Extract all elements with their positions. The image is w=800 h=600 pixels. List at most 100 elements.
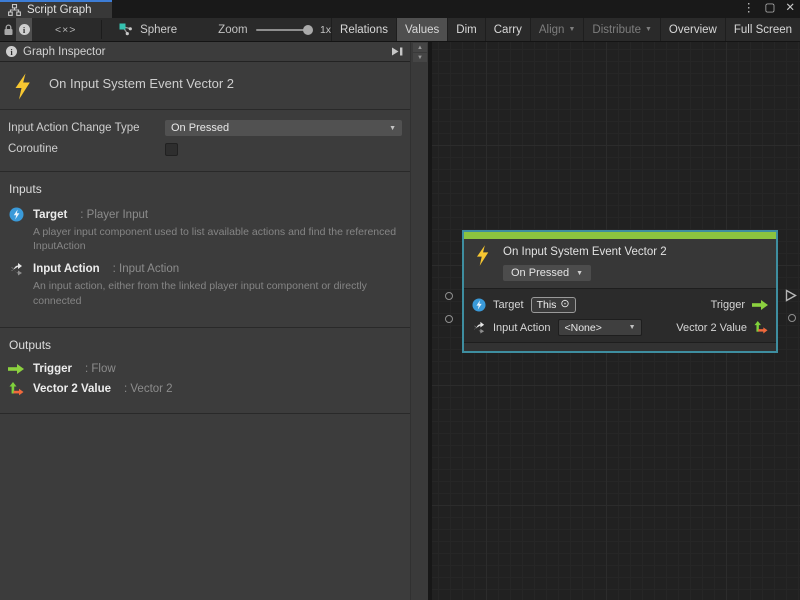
fullscreen-label: Full Screen xyxy=(734,24,792,36)
window-menu-icon[interactable]: ⋮ xyxy=(743,3,755,15)
zoom-slider[interactable] xyxy=(256,29,312,31)
graph-owner-icon xyxy=(119,23,133,36)
outputs-section-title: Outputs xyxy=(9,338,402,352)
values-label: Values xyxy=(405,24,439,36)
input-action-input-port[interactable] xyxy=(445,315,453,323)
unit-settings: Input Action Change Type On Pressed ▼ Co… xyxy=(0,110,410,172)
port-type: : Input Action xyxy=(113,263,180,275)
toolbar-divider xyxy=(101,20,102,39)
distribute-label: Distribute xyxy=(592,24,641,36)
node-on-input-system-event-vector2[interactable]: On Input System Event Vector 2 On Presse… xyxy=(462,230,778,353)
port-name: Input Action xyxy=(33,263,100,275)
graph-inspector-title: Graph Inspector xyxy=(23,46,105,58)
graph-inspector-toggle-button[interactable]: i xyxy=(16,18,32,41)
node-mode-dropdown[interactable]: On Pressed ▼ xyxy=(503,265,591,281)
align-dropdown-button[interactable]: Align ▼ xyxy=(530,18,584,41)
inspector-scrollbar[interactable]: ▲ ▼ xyxy=(410,42,428,600)
scroll-up-icon[interactable]: ▲ xyxy=(413,43,427,52)
distribute-dropdown-button[interactable]: Distribute ▼ xyxy=(583,18,660,41)
coroutine-row: Coroutine xyxy=(8,140,402,158)
flow-arrow-icon xyxy=(752,300,768,310)
fullscreen-button[interactable]: Full Screen xyxy=(725,18,800,41)
input-port-input-action: Input Action : Input Action An input act… xyxy=(8,262,402,307)
input-port-target: Target : Player Input A player input com… xyxy=(8,207,402,253)
graph-canvas[interactable]: On Input System Event Vector 2 On Presse… xyxy=(428,42,800,600)
align-label: Align xyxy=(539,24,565,36)
outputs-section: Outputs Trigger : Flow xyxy=(0,328,410,414)
port-head: Input Action : Input Action xyxy=(8,262,402,276)
zoom-label: Zoom xyxy=(218,24,247,36)
blackboard-toggle-button[interactable]: <×> xyxy=(47,18,84,41)
vector2-output-port[interactable] xyxy=(788,314,796,322)
node-row-target-trigger: Target This ⊙ Trigger xyxy=(464,293,776,316)
window-tab-bar: Script Graph ⋮ ▢ ✕ xyxy=(0,0,800,18)
output-port-vector2: Vector 2 Value : Vector 2 xyxy=(8,382,402,396)
vector2-port-label: Vector 2 Value xyxy=(676,322,747,334)
change-type-dropdown[interactable]: On Pressed ▼ xyxy=(165,120,402,136)
close-icon[interactable]: ✕ xyxy=(785,3,795,15)
port-name: Target xyxy=(33,209,67,221)
node-body: Target This ⊙ Trigger xyxy=(464,289,776,342)
input-action-dropdown[interactable]: <None> ▼ xyxy=(558,319,642,336)
target-icon: ⊙ xyxy=(560,299,569,310)
inspector-empty-area xyxy=(0,414,410,418)
chevron-down-icon: ▼ xyxy=(576,270,583,277)
lock-button[interactable] xyxy=(0,18,16,41)
port-name: Trigger xyxy=(33,363,72,375)
node-header-text: On Input System Event Vector 2 On Presse… xyxy=(503,244,667,281)
chevron-down-icon: ▼ xyxy=(629,324,636,331)
zoom-level-value: 1x xyxy=(320,24,331,36)
flow-port-triangle-icon xyxy=(785,289,797,302)
lock-icon xyxy=(3,24,14,36)
chevron-down-icon: ▼ xyxy=(389,125,396,132)
inspected-unit-title: On Input System Event Vector 2 xyxy=(49,76,234,91)
graph-inspector-header[interactable]: i Graph Inspector xyxy=(0,42,410,62)
info-icon: i xyxy=(6,46,17,57)
input-action-value: <None> xyxy=(565,322,602,334)
chevron-down-icon: ▼ xyxy=(568,26,575,33)
chevron-down-icon: ▼ xyxy=(645,26,652,33)
player-input-icon xyxy=(8,207,24,222)
tab-script-graph[interactable]: Script Graph xyxy=(0,0,112,18)
player-input-icon xyxy=(472,298,486,312)
dock-icon xyxy=(390,46,404,57)
selection-breadcrumb[interactable]: Sphere xyxy=(111,18,185,41)
target-input-port[interactable] xyxy=(445,292,453,300)
overview-button[interactable]: Overview xyxy=(660,18,725,41)
tab-label: Script Graph xyxy=(27,4,92,16)
vector2-icon xyxy=(8,382,24,396)
scroll-down-icon[interactable]: ▼ xyxy=(413,53,427,62)
maximize-icon[interactable]: ▢ xyxy=(764,3,775,15)
port-type: : Player Input xyxy=(80,209,148,221)
node-row-inputaction-vector2: Input Action <None> ▼ Vector 2 Value xyxy=(464,316,776,339)
dock-panel-button[interactable] xyxy=(390,46,404,57)
values-button[interactable]: Values xyxy=(396,18,447,41)
event-node-accent-strip xyxy=(464,232,776,239)
node-frame[interactable]: On Input System Event Vector 2 On Presse… xyxy=(462,230,778,353)
zoom-slider-handle[interactable] xyxy=(303,25,313,35)
node-mode-value: On Pressed xyxy=(511,267,569,279)
port-description: A player input component used to list av… xyxy=(33,225,402,253)
input-action-icon xyxy=(8,262,24,276)
inputs-section-title: Inputs xyxy=(9,182,402,196)
event-bolt-icon xyxy=(13,73,32,100)
output-port-trigger: Trigger : Flow xyxy=(8,363,402,375)
window-controls: ⋮ ▢ ✕ xyxy=(743,0,795,17)
toolbar-right-group: Relations Values Dim Carry Align ▼ Distr… xyxy=(331,18,800,41)
input-action-icon xyxy=(472,321,486,334)
input-action-port-label: Input Action xyxy=(493,322,551,334)
vector2-icon xyxy=(754,321,768,334)
dim-button[interactable]: Dim xyxy=(447,18,484,41)
carry-button[interactable]: Carry xyxy=(485,18,530,41)
trigger-output-port[interactable] xyxy=(785,289,797,307)
inputs-section: Inputs Target : Player Input A player in… xyxy=(0,172,410,328)
coroutine-checkbox[interactable] xyxy=(165,143,178,156)
variables-x-icon: <×> xyxy=(55,24,76,36)
port-name: Vector 2 Value xyxy=(33,383,111,395)
carry-label: Carry xyxy=(494,24,522,36)
change-type-row: Input Action Change Type On Pressed ▼ xyxy=(8,119,402,137)
relations-button[interactable]: Relations xyxy=(331,18,396,41)
target-this-value: This xyxy=(537,299,557,311)
node-header[interactable]: On Input System Event Vector 2 On Presse… xyxy=(464,239,776,289)
target-this-button[interactable]: This ⊙ xyxy=(531,297,576,313)
